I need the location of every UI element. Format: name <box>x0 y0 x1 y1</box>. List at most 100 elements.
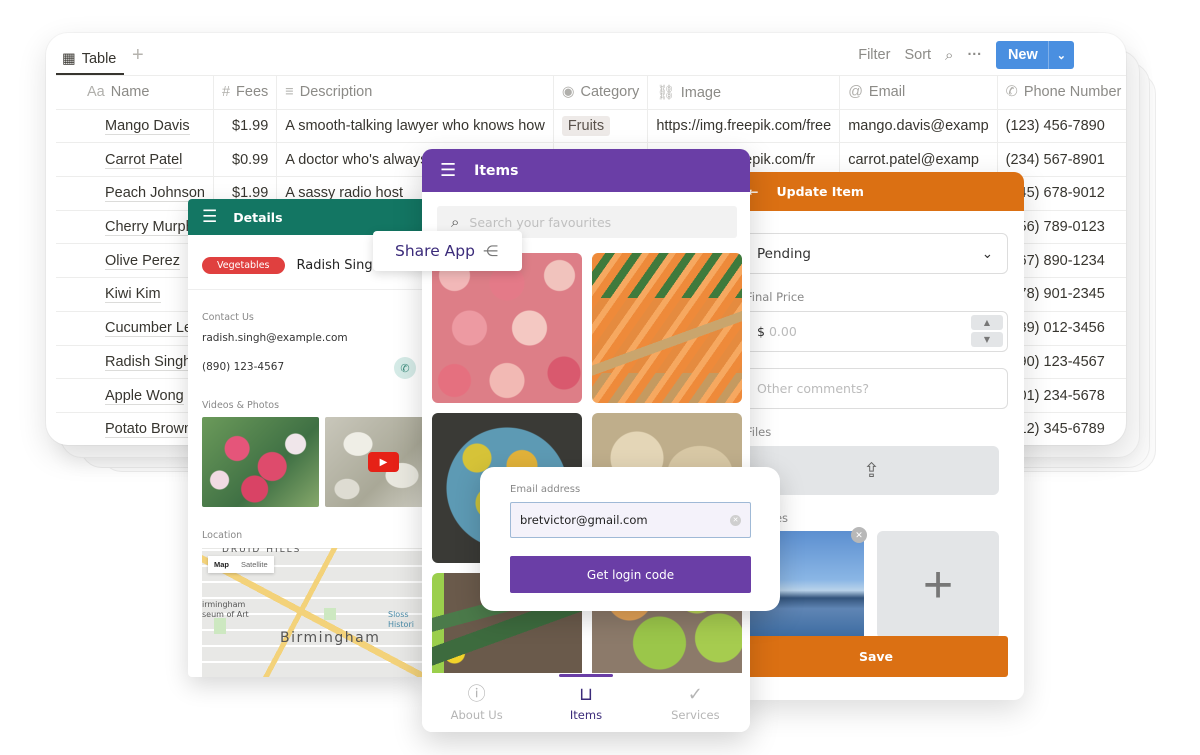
radish-photo[interactable] <box>202 417 319 507</box>
sort-button[interactable]: Sort <box>904 47 931 63</box>
nav-label: About Us <box>450 707 503 722</box>
hamburger-menu-icon[interactable]: ☰ <box>202 207 217 227</box>
nav-about-us[interactable]: ⓘ About Us <box>422 674 531 732</box>
file-upload-button[interactable]: ⇪ <box>744 446 999 495</box>
plus-icon: + <box>922 556 954 614</box>
comments-input[interactable]: Other comments? <box>744 368 1008 409</box>
save-button[interactable]: Save <box>744 636 1008 677</box>
new-button[interactable]: New ⌄ <box>995 41 1074 69</box>
location-map[interactable]: DRUID HILLS Map Satellite irmingham seum… <box>202 548 428 677</box>
radish-video-thumbnail[interactable]: ▶ <box>325 417 428 507</box>
column-header-name[interactable]: Aa Name <box>56 75 214 110</box>
play-icon[interactable]: ▶ <box>368 452 399 472</box>
nav-label: Items <box>569 707 603 722</box>
cell-description[interactable]: A smooth-talking lawyer who knows how <box>276 109 554 144</box>
comments-placeholder: Other comments? <box>757 381 869 396</box>
item-name: Radish Sing... <box>296 258 385 273</box>
price-stepper: ▲ ▼ <box>971 315 1003 347</box>
details-title: Details <box>233 209 283 225</box>
more-icon[interactable]: ··· <box>967 47 982 63</box>
bag-icon: ⊔ <box>578 683 594 705</box>
price-input[interactable]: $ 0.00 ▲ ▼ <box>744 311 1008 352</box>
share-icon: ⋲ <box>482 242 498 260</box>
column-header-description[interactable]: ≡ Description <box>276 75 554 110</box>
cell-name-text: Potato Brown <box>105 421 193 439</box>
column-header-phone[interactable]: ✆ Phone Number <box>997 75 1126 110</box>
select-type-icon: ◉ <box>561 84 575 101</box>
cell-email[interactable]: mango.davis@examp <box>839 109 998 144</box>
items-title: Items <box>474 162 519 179</box>
cell-name-text: Radish Singh <box>105 353 192 371</box>
cell-email-text: carrot.patel@examp <box>848 151 979 168</box>
filter-button[interactable]: Filter <box>858 47 890 63</box>
location-label: Location <box>202 530 243 541</box>
cell-image[interactable]: https://img.freepik.com/free <box>647 109 841 144</box>
clear-input-icon[interactable]: ✕ <box>730 514 741 526</box>
status-select[interactable]: Pending ⌄ <box>744 233 1008 274</box>
tab-table[interactable]: ▦ Table <box>56 43 125 75</box>
text-lines-icon: ≡ <box>285 84 294 101</box>
cell-fee[interactable]: $0.99 <box>213 142 278 178</box>
category-badge: Vegetables <box>202 257 285 274</box>
cell-fee-text: $0.99 <box>232 151 269 168</box>
column-label: Description <box>299 84 373 101</box>
map-button[interactable]: Map <box>208 556 235 573</box>
column-header-image[interactable]: ⛓ Image <box>647 75 841 110</box>
item-tile-carrots[interactable] <box>592 253 742 403</box>
table-toolbar: ▦ Table + Filter Sort ⌕ ··· New ⌄ <box>46 33 1126 75</box>
decrement-icon[interactable]: ▼ <box>971 332 1003 347</box>
nav-items[interactable]: ⊔ Items <box>531 674 640 732</box>
cell-email-text: mango.davis@examp <box>848 118 989 135</box>
currency-symbol: $ <box>757 324 765 339</box>
text-type-icon: Aa <box>87 84 105 101</box>
cell-fee[interactable]: $1.99 <box>213 109 278 144</box>
contact-email[interactable]: radish.singh@example.com <box>202 332 348 344</box>
phone-icon: ✆ <box>1005 84 1018 101</box>
search-icon: ⌕ <box>451 213 460 231</box>
update-title: Update Item <box>776 184 864 199</box>
cell-phone-text: (234) 567-8901 <box>1005 151 1105 168</box>
column-header-fees[interactable]: # Fees <box>213 75 278 110</box>
map-type-toggle: Map Satellite <box>208 556 274 573</box>
upload-icon: ⇪ <box>863 460 880 482</box>
contact-phone[interactable]: (890) 123-4567 <box>202 361 284 373</box>
number-type-icon: # <box>221 84 231 101</box>
hamburger-menu-icon[interactable]: ☰ <box>440 160 456 181</box>
cell-phone[interactable]: (123) 456-7890 <box>997 109 1126 144</box>
cell-name-text: Cucumber Lee <box>105 320 201 338</box>
chevron-down-icon[interactable]: ⌄ <box>1047 41 1074 69</box>
map-city-label: Birmingham <box>280 630 381 646</box>
details-header: ☰ Details <box>188 199 428 235</box>
call-button[interactable]: ✆ <box>394 357 416 379</box>
cell-name[interactable]: Carrot Patel <box>56 142 214 178</box>
media-label: Videos & Photos <box>202 400 280 411</box>
column-label: Image <box>680 84 722 101</box>
column-header-category[interactable]: ◉ Category <box>553 75 649 110</box>
cell-phone-text: (123) 456-7890 <box>1005 118 1105 135</box>
map-label: seum of Art <box>202 610 249 619</box>
search-icon[interactable]: ⌕ <box>945 47 953 64</box>
remove-image-icon[interactable]: ✕ <box>851 527 867 543</box>
update-item-screen: ← Update Item Pending ⌄ Final Price $ 0.… <box>740 172 1024 700</box>
cell-category[interactable]: Fruits <box>553 109 649 144</box>
category-tag: Fruits <box>561 116 611 137</box>
table-row[interactable]: Mango Davis $1.99 A smooth-talking lawyer … <box>56 109 1126 144</box>
bottom-navigation: ⓘ About Us ⊔ Items ✓ Services <box>422 674 750 732</box>
map-park <box>324 608 336 620</box>
email-value: bretvictor@gmail.com <box>520 513 648 527</box>
cell-name[interactable]: Mango Davis <box>56 109 214 144</box>
nav-services[interactable]: ✓ Services <box>641 674 750 732</box>
cell-name-text: Carrot Patel <box>105 151 183 169</box>
add-view-button[interactable]: + <box>132 45 144 65</box>
divider <box>188 289 428 290</box>
get-login-code-button[interactable]: Get login code <box>510 556 751 593</box>
email-field[interactable]: bretvictor@gmail.com ✕ <box>510 502 751 538</box>
column-header-email[interactable]: @ Email <box>839 75 998 110</box>
satellite-button[interactable]: Satellite <box>235 556 274 573</box>
add-image-button[interactable]: + <box>877 531 999 639</box>
price-placeholder: 0.00 <box>768 324 797 339</box>
increment-icon[interactable]: ▲ <box>971 315 1003 330</box>
tab-label: Table <box>81 51 117 67</box>
item-tile-peaches[interactable] <box>432 253 582 403</box>
share-app-button[interactable]: Share App ⋲ <box>373 231 522 271</box>
